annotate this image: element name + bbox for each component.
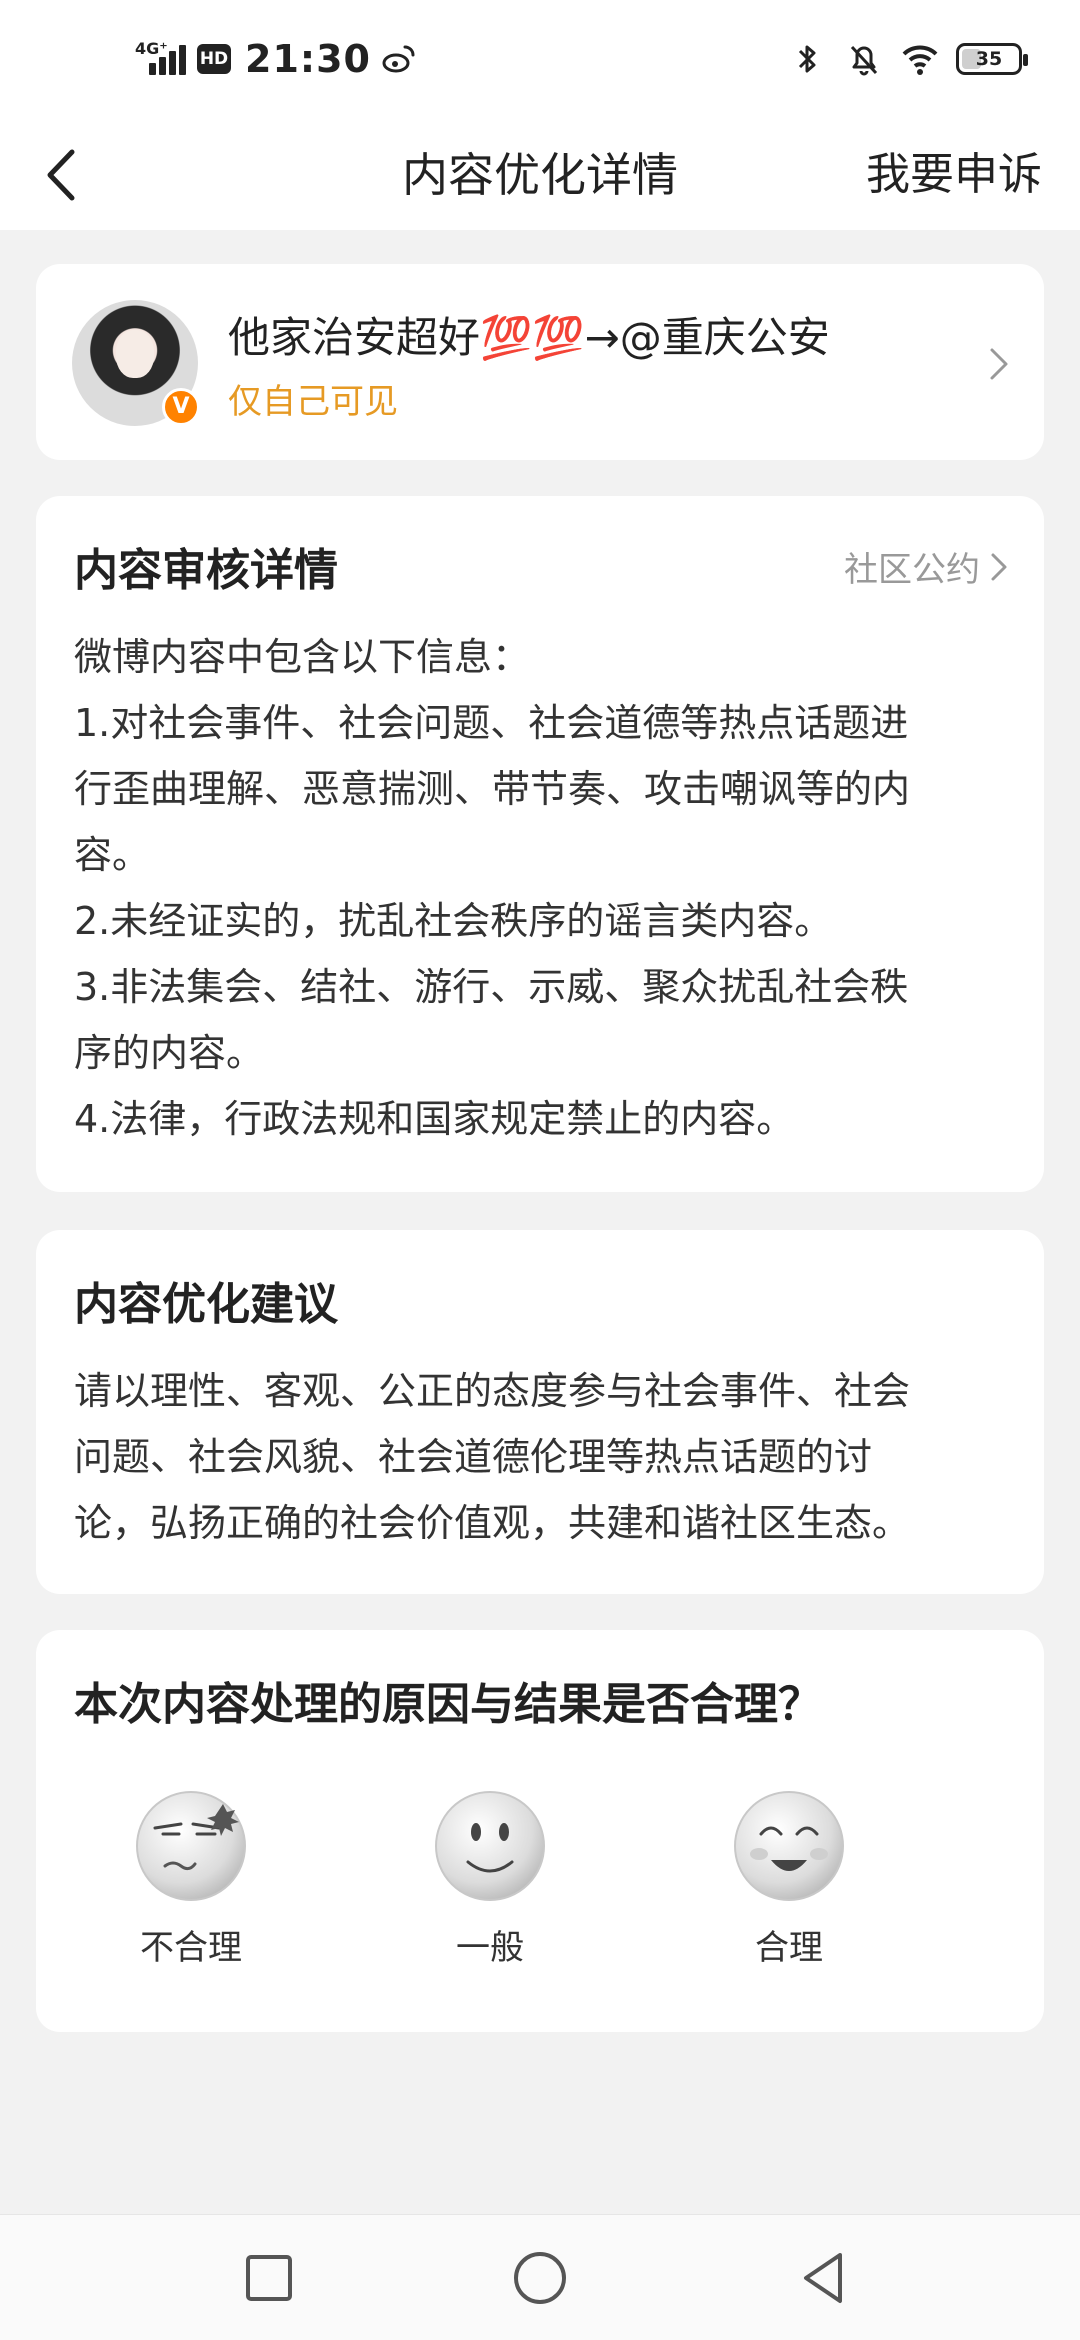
- review-line: 序的内容。: [74, 1031, 265, 1075]
- review-body: 微博内容中包含以下信息： 1.对社会事件、社会问题、社会道德等热点话题进 行歪曲…: [74, 624, 1010, 1152]
- suggestion-card: 内容优化建议 请以理性、客观、公正的态度参与社会事件、社会 问题、社会风貌、社会…: [36, 1230, 1044, 1594]
- rating-label: 不合理: [140, 1928, 242, 1968]
- suggestion-line: 论，弘扬正确的社会价值观，共建和谐社区生态。: [74, 1501, 911, 1545]
- back-arrow-icon[interactable]: [30, 140, 100, 210]
- happy-face-icon: [734, 1791, 844, 1901]
- bluetooth-icon: [798, 45, 816, 73]
- feedback-question: 本次内容处理的原因与结果是否合理？: [74, 1679, 822, 1730]
- rating-reasonable-button[interactable]: 合理: [704, 1790, 874, 1969]
- chevron-right-icon: [990, 348, 1008, 380]
- review-line: 容。: [74, 833, 151, 877]
- mute-icon: [850, 45, 878, 76]
- wifi-icon: [902, 45, 938, 75]
- home-circle-icon[interactable]: [507, 2245, 573, 2311]
- neutral-face-icon: [435, 1791, 545, 1901]
- community-rules-link[interactable]: 社区公约: [844, 542, 1010, 591]
- status-bar: 4G⁺ HD 21:30 35: [0, 0, 1080, 120]
- status-time: 21:30: [245, 37, 371, 81]
- appeal-button[interactable]: 我要申诉: [866, 120, 1042, 230]
- review-card: 内容审核详情 社区公约 微博内容中包含以下信息： 1.对社会事件、社会问题、社会…: [36, 496, 1044, 1192]
- suggestion-title: 内容优化建议: [74, 1279, 338, 1330]
- chevron-right-icon: [991, 553, 1007, 580]
- suggestion-line: 问题、社会风貌、社会道德伦理等热点话题的讨: [74, 1435, 873, 1479]
- feedback-card: 本次内容处理的原因与结果是否合理？ 不合理 一般 合理: [36, 1630, 1044, 2032]
- rating-label: 合理: [755, 1928, 823, 1968]
- annoyed-face-icon: [136, 1791, 246, 1901]
- rating-unreasonable-button[interactable]: 不合理: [106, 1790, 276, 1969]
- avatar: V: [72, 300, 200, 426]
- battery-icon: 35: [956, 43, 1028, 75]
- suggestion-body: 请以理性、客观、公正的态度参与社会事件、社会 问题、社会风貌、社会道德伦理等热点…: [74, 1358, 1010, 1556]
- hd-icon: HD: [197, 44, 231, 74]
- review-line: 1.对社会事件、社会问题、社会道德等热点话题进: [74, 701, 909, 745]
- review-line: 4.法律，行政法规和国家规定禁止的内容。: [74, 1097, 795, 1141]
- review-line: 行歪曲理解、恶意揣测、带节奏、攻击嘲讽等的内: [74, 767, 911, 811]
- signal-icon: 4G⁺: [135, 39, 191, 79]
- rating-average-button[interactable]: 一般: [405, 1790, 575, 1969]
- post-visibility: 仅自己可见: [228, 382, 398, 422]
- review-title: 内容审核详情: [74, 545, 338, 596]
- nav-bar: 内容优化详情 我要申诉: [0, 120, 1080, 230]
- rating-label: 一般: [456, 1928, 524, 1968]
- community-rules-label: 社区公约: [844, 550, 980, 590]
- system-nav-bar: [0, 2214, 1080, 2340]
- review-line: 微博内容中包含以下信息：: [74, 635, 531, 679]
- recents-square-icon[interactable]: [236, 2245, 302, 2311]
- verified-badge: V: [162, 388, 200, 426]
- review-line: 2.未经证实的，扰乱社会秩序的谣言类内容。: [74, 899, 833, 943]
- post-card[interactable]: V 他家治安超好💯💯→@重庆公安 仅自己可见: [36, 264, 1044, 460]
- battery-level: 35: [975, 48, 1003, 70]
- network-type: 4G⁺: [135, 39, 168, 58]
- post-text: 他家治安超好💯💯→@重庆公安: [228, 313, 830, 362]
- suggestion-line: 请以理性、客观、公正的态度参与社会事件、社会: [74, 1369, 911, 1413]
- weibo-icon: [382, 45, 415, 73]
- review-line: 3.非法集会、结社、游行、示威、聚众扰乱社会秩: [74, 965, 909, 1009]
- back-triangle-icon[interactable]: [790, 2245, 856, 2311]
